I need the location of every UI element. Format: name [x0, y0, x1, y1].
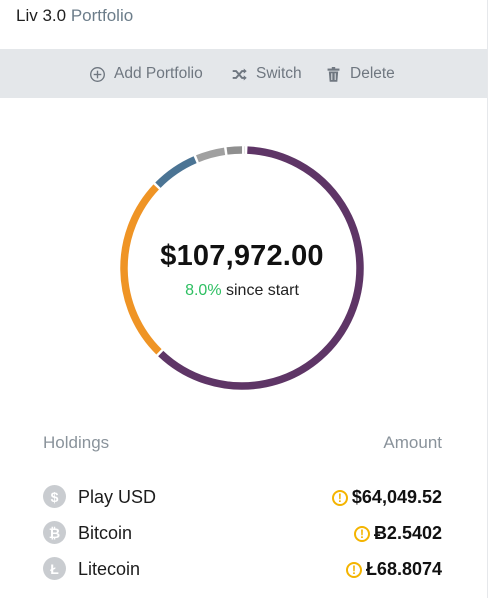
app-title: Liv 3.0: [16, 6, 67, 25]
donut-slice-2: [155, 156, 197, 188]
holdings-column-label: Holdings: [43, 433, 110, 452]
switch-button[interactable]: Switch: [231, 64, 302, 84]
holding-name: Play USD: [78, 487, 157, 507]
title-accent: Portfolio: [70, 6, 134, 25]
warning-icon[interactable]: !: [345, 561, 362, 578]
toolbar: Add Portfolio Switch Delete: [0, 49, 487, 98]
holding-amount-value: Ł68.8074: [365, 559, 442, 579]
header: Liv 3.0 Portfolio: [0, 0, 487, 46]
trash-icon: [327, 66, 340, 82]
holding-amount: ! Ł68.8074: [345, 559, 442, 580]
add-portfolio-label: Add Portfolio: [114, 65, 203, 82]
total-value: $107,972.00: [160, 240, 324, 272]
amount-column-label: Amount: [383, 433, 442, 452]
switch-label: Switch: [256, 65, 302, 82]
shuffle-icon: [232, 68, 247, 80]
change-suffix: since start: [226, 282, 299, 299]
warning-icon[interactable]: !: [331, 489, 348, 506]
delete-label: Delete: [350, 65, 395, 82]
bitcoin-icon: ₿: [43, 521, 66, 544]
page-title: Liv 3.0 Portfolio: [16, 6, 133, 26]
holding-name: Litecoin: [78, 559, 141, 579]
holding-row-play-usd[interactable]: $ Play USD ! $64,049.52: [43, 484, 442, 512]
holding-row-bitcoin[interactable]: ₿ Bitcoin ! Ƀ2.5402: [43, 520, 442, 548]
change-text: 8.0% since start: [118, 282, 366, 300]
holding-row-litecoin[interactable]: Ł Litecoin ! Ł68.8074: [43, 556, 442, 584]
donut-slice-3: [196, 147, 226, 163]
litecoin-icon: Ł: [43, 557, 66, 580]
panel-divider: [487, 0, 488, 598]
warning-icon[interactable]: !: [353, 525, 370, 542]
dollar-coin-icon: $: [43, 485, 66, 508]
add-portfolio-button[interactable]: Add Portfolio: [89, 64, 203, 84]
holding-name: Bitcoin: [78, 523, 133, 543]
holding-amount: ! $64,049.52: [331, 487, 442, 508]
delete-button[interactable]: Delete: [325, 64, 395, 84]
holding-amount: ! Ƀ2.5402: [353, 523, 442, 544]
holding-amount-value: Ƀ2.5402: [373, 523, 442, 543]
donut-slice-4: [226, 146, 243, 155]
change-percent: 8.0%: [185, 282, 222, 299]
plus-circle-icon: [90, 66, 105, 82]
holdings-header: Holdings Amount: [43, 433, 442, 453]
holding-amount-value: $64,049.52: [351, 487, 442, 507]
